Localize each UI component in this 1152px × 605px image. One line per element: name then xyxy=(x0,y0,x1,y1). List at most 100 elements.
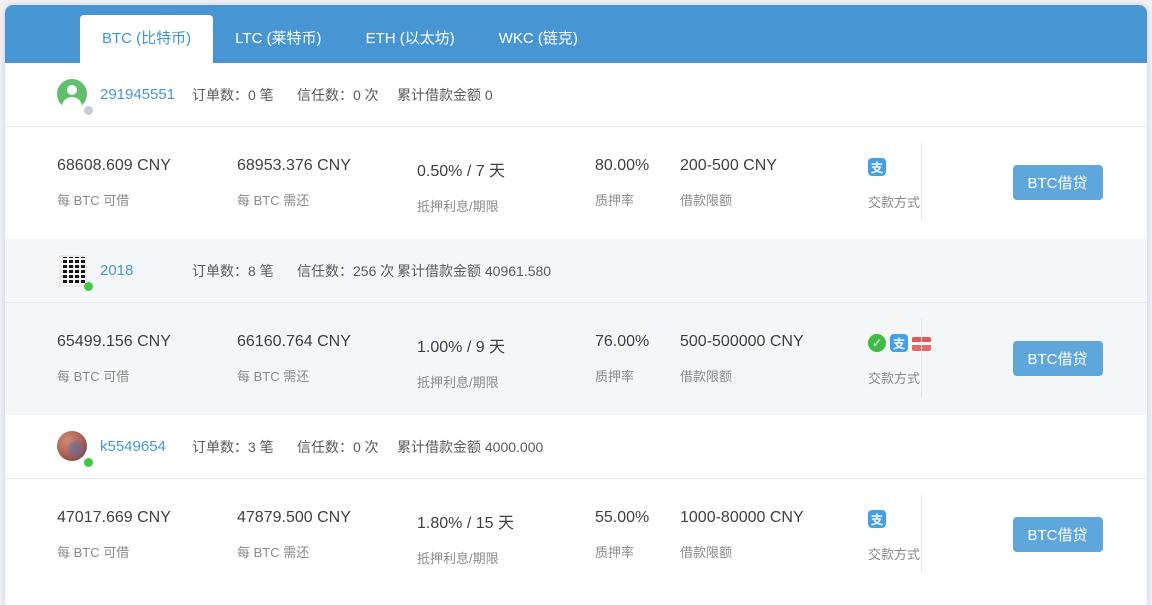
loan-detail-row: 47017.669 CNY 每 BTC 可借 47879.500 CNY 每 B… xyxy=(5,479,1147,591)
field-label: 每 BTC 需还 xyxy=(237,542,417,561)
cumulative-borrowed: 累计借款金额 4000.000 xyxy=(397,437,543,457)
currency-tab[interactable]: BTC (比特币) xyxy=(80,15,213,63)
field-label: 每 BTC 可借 xyxy=(57,190,237,209)
field-label: 质押率 xyxy=(595,190,680,209)
loan-field: 0.50% / 7 天 抵押利息/期限 xyxy=(417,157,595,239)
vertical-divider xyxy=(921,495,922,573)
payment-icons: ✓支 xyxy=(868,333,968,353)
order-count: 订单数：8 笔 xyxy=(192,261,297,281)
action-area: BTC借贷 xyxy=(968,509,1147,591)
currency-tab[interactable]: ETH (以太坊) xyxy=(344,15,477,63)
loan-listing: 2018 订单数：8 笔 信任数：256 次 累计借款金额 40961.580 … xyxy=(5,239,1147,415)
username-link[interactable]: 2018 xyxy=(100,262,192,279)
loan-field: 1.80% / 15 天 抵押利息/期限 xyxy=(417,509,595,591)
payment-label: 交款方式 xyxy=(868,368,968,387)
loan-listing: 291945551 订单数：0 笔 信任数：0 次 累计借款金额 0 68608… xyxy=(5,63,1147,239)
field-label: 质押率 xyxy=(595,366,680,385)
field-value: 0.50% / 7 天 xyxy=(417,157,595,181)
cumulative-borrowed: 累计借款金额 40961.580 xyxy=(397,261,551,281)
loan-detail-row: 65499.156 CNY 每 BTC 可借 66160.764 CNY 每 B… xyxy=(5,303,1147,415)
payment-label: 交款方式 xyxy=(868,192,968,211)
field-value: 200-500 CNY xyxy=(680,157,868,175)
loan-field: 47017.669 CNY 每 BTC 可借 xyxy=(57,509,237,591)
field-value: 76.00% xyxy=(595,333,680,351)
payment-label: 交款方式 xyxy=(868,544,968,563)
field-label: 借款限额 xyxy=(680,190,868,209)
field-value: 80.00% xyxy=(595,157,680,175)
field-value: 68608.609 CNY xyxy=(57,157,237,175)
loan-field: 200-500 CNY 借款限额 xyxy=(680,157,868,239)
action-area: BTC借贷 xyxy=(968,333,1147,415)
loan-field: 66160.764 CNY 每 BTC 需还 xyxy=(237,333,417,415)
avatar-image xyxy=(59,255,87,287)
field-label: 借款限额 xyxy=(680,542,868,561)
currency-tab-bar: BTC (比特币)LTC (莱特币)ETH (以太坊)WKC (链克) xyxy=(5,5,1147,63)
loan-field: 76.00% 质押率 xyxy=(595,333,680,415)
alipay-icon: 支 xyxy=(868,158,886,176)
btc-loan-button[interactable]: BTC借贷 xyxy=(1013,341,1103,376)
field-value: 66160.764 CNY xyxy=(237,333,417,351)
field-value: 47017.669 CNY xyxy=(57,509,237,527)
loan-field: 80.00% 质押率 xyxy=(595,157,680,239)
field-value: 1.80% / 15 天 xyxy=(417,509,595,533)
loan-field: 55.00% 质押率 xyxy=(595,509,680,591)
trust-count: 信任数：0 次 xyxy=(297,85,397,105)
user-row: k5549654 订单数：3 笔 信任数：0 次 累计借款金额 4000.000 xyxy=(5,415,1147,479)
field-value: 65499.156 CNY xyxy=(57,333,237,351)
order-count: 订单数：3 笔 xyxy=(192,437,297,457)
status-dot xyxy=(84,458,93,467)
avatar xyxy=(57,255,95,287)
payment-icons: 支 xyxy=(868,157,968,177)
alipay-icon: 支 xyxy=(890,334,908,352)
listings: 291945551 订单数：0 笔 信任数：0 次 累计借款金额 0 68608… xyxy=(5,63,1147,591)
field-label: 每 BTC 需还 xyxy=(237,190,417,209)
btc-loan-button[interactable]: BTC借贷 xyxy=(1013,517,1103,552)
avatar-image xyxy=(57,79,87,109)
currency-tab[interactable]: LTC (莱特币) xyxy=(213,15,343,63)
btc-loan-button[interactable]: BTC借贷 xyxy=(1013,165,1103,200)
avatar xyxy=(57,79,95,111)
field-label: 抵押利息/期限 xyxy=(417,372,595,391)
wechat-icon: ✓ xyxy=(868,334,886,352)
status-dot xyxy=(84,282,93,291)
vertical-divider xyxy=(921,319,922,397)
avatar-image xyxy=(57,431,87,461)
loan-field: 1.00% / 9 天 抵押利息/期限 xyxy=(417,333,595,415)
user-row: 2018 订单数：8 笔 信任数：256 次 累计借款金额 40961.580 xyxy=(5,239,1147,303)
field-value: 68953.376 CNY xyxy=(237,157,417,175)
field-value: 55.00% xyxy=(595,509,680,527)
action-area: BTC借贷 xyxy=(968,157,1147,239)
payment-icons: 支 xyxy=(868,509,968,529)
loan-field: 47879.500 CNY 每 BTC 需还 xyxy=(237,509,417,591)
loan-detail-row: 68608.609 CNY 每 BTC 可借 68953.376 CNY 每 B… xyxy=(5,127,1147,239)
field-value: 1000-80000 CNY xyxy=(680,509,868,527)
field-value: 1.00% / 9 天 xyxy=(417,333,595,357)
order-count: 订单数：0 笔 xyxy=(192,85,297,105)
field-label: 每 BTC 可借 xyxy=(57,542,237,561)
loan-field: 68953.376 CNY 每 BTC 需还 xyxy=(237,157,417,239)
trust-count: 信任数：0 次 xyxy=(297,437,397,457)
alipay-icon: 支 xyxy=(868,510,886,528)
loan-field: 65499.156 CNY 每 BTC 可借 xyxy=(57,333,237,415)
loan-listing: k5549654 订单数：3 笔 信任数：0 次 累计借款金额 4000.000… xyxy=(5,415,1147,591)
field-value: 500-500000 CNY xyxy=(680,333,868,351)
cumulative-borrowed: 累计借款金额 0 xyxy=(397,85,493,105)
field-label: 抵押利息/期限 xyxy=(417,548,595,567)
payment-methods: 支 交款方式 xyxy=(868,157,968,239)
payment-methods: ✓支 交款方式 xyxy=(868,333,968,415)
loan-field: 68608.609 CNY 每 BTC 可借 xyxy=(57,157,237,239)
field-value: 47879.500 CNY xyxy=(237,509,417,527)
field-label: 每 BTC 可借 xyxy=(57,366,237,385)
payment-methods: 支 交款方式 xyxy=(868,509,968,591)
user-row: 291945551 订单数：0 笔 信任数：0 次 累计借款金额 0 xyxy=(5,63,1147,127)
username-link[interactable]: 291945551 xyxy=(100,86,192,103)
vertical-divider xyxy=(921,143,922,221)
field-label: 抵押利息/期限 xyxy=(417,196,595,215)
loan-field: 1000-80000 CNY 借款限额 xyxy=(680,509,868,591)
lending-panel: BTC (比特币)LTC (莱特币)ETH (以太坊)WKC (链克) 2919… xyxy=(5,5,1147,605)
field-label: 每 BTC 需还 xyxy=(237,366,417,385)
currency-tab[interactable]: WKC (链克) xyxy=(477,15,600,63)
username-link[interactable]: k5549654 xyxy=(100,438,192,455)
field-label: 质押率 xyxy=(595,542,680,561)
trust-count: 信任数：256 次 xyxy=(297,261,397,281)
